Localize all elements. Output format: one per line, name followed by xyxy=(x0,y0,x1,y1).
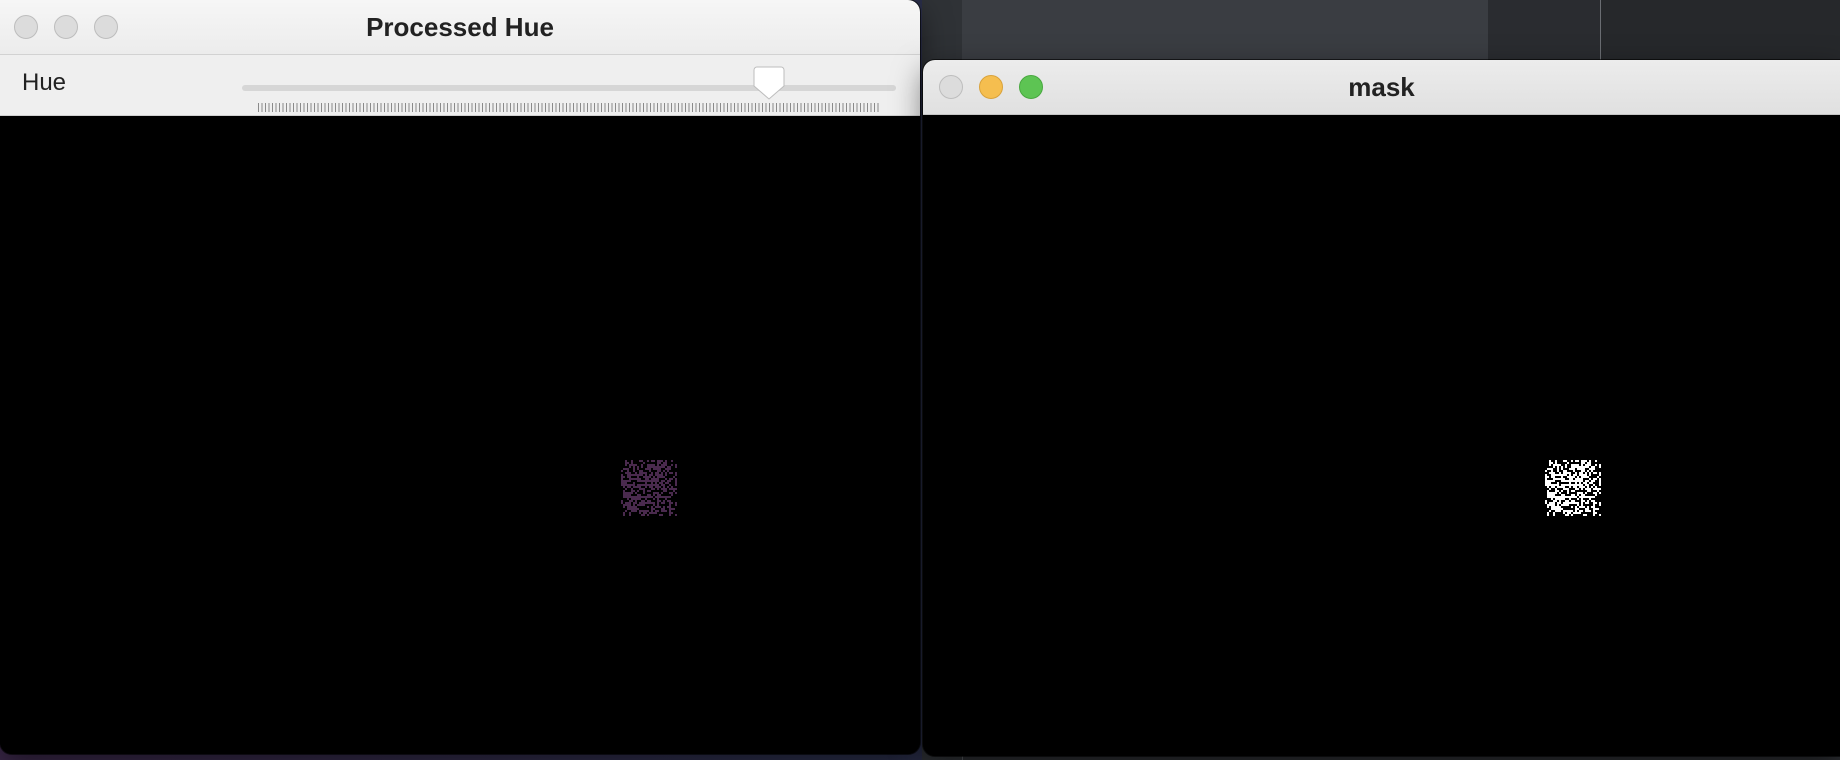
processed-hue-window: Processed Hue Hue xyxy=(0,0,920,754)
background-panel xyxy=(1601,0,1840,60)
hue-blob-region xyxy=(621,460,677,516)
window-title: Processed Hue xyxy=(366,12,554,42)
mask-image-canvas xyxy=(923,115,1840,756)
slider-tick-marks xyxy=(258,103,880,112)
title-bar[interactable]: Processed Hue xyxy=(0,0,920,55)
title-bar[interactable]: mask xyxy=(923,60,1840,115)
background-panel xyxy=(962,0,1488,60)
mask-blob-region xyxy=(1545,460,1601,516)
hue-image-canvas xyxy=(0,116,920,754)
trackbar-label: Hue xyxy=(22,69,67,96)
trackbar-panel: Hue xyxy=(0,55,920,116)
window-title: mask xyxy=(1348,72,1415,102)
mask-window: mask xyxy=(923,60,1840,756)
slider-thumb-icon[interactable] xyxy=(753,66,785,100)
hue-slider-track[interactable] xyxy=(242,85,896,91)
background-panel xyxy=(1488,0,1601,60)
